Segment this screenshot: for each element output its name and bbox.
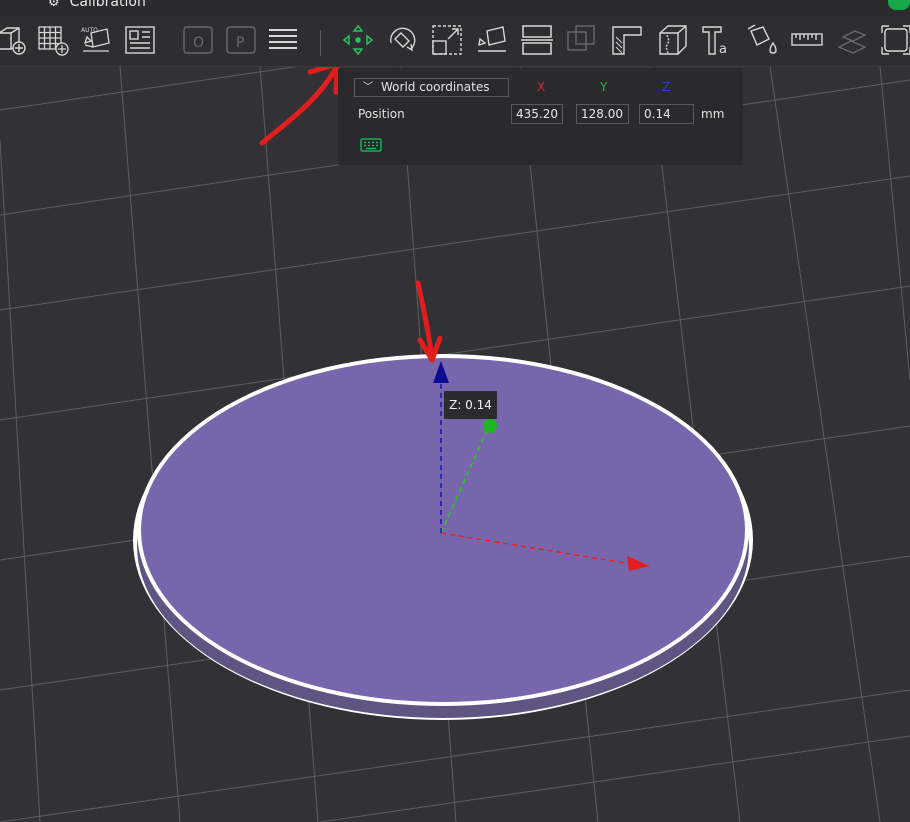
assembly-button[interactable]: [834, 22, 870, 58]
split-parts-button[interactable]: P: [223, 22, 259, 58]
lay-on-face-button[interactable]: [474, 22, 510, 58]
z-value-tooltip: Z: 0.14: [444, 391, 497, 419]
tab-calibration[interactable]: ⚙ Calibration: [48, 0, 146, 10]
axis-y-header: Y: [600, 80, 608, 94]
svg-text:a: a: [719, 42, 727, 57]
layers-icon: [269, 29, 297, 49]
color-paint-button[interactable]: [744, 22, 780, 58]
text-icon: a: [702, 26, 727, 57]
y-axis-handle-icon: [483, 419, 497, 433]
keyboard-icon: [360, 138, 382, 152]
split-objects-button[interactable]: O: [180, 22, 216, 58]
svg-text:AUTO: AUTO: [81, 27, 98, 34]
split-objects-icon: O: [183, 26, 213, 54]
assembly-icon: [837, 30, 867, 54]
toolbar: AUTO O P a: [0, 16, 910, 67]
add-cube-icon: [0, 27, 26, 55]
auto-orient-icon: AUTO: [81, 27, 110, 52]
unit-label: mm: [701, 107, 725, 121]
axis-z-header: Z: [662, 80, 671, 94]
cut-icon: [521, 25, 553, 55]
position-y-input[interactable]: [576, 104, 629, 124]
rotate-icon: [390, 27, 416, 52]
seam-paint-button[interactable]: [654, 22, 690, 58]
viewport-scene: [0, 67, 910, 822]
add-plate-button[interactable]: [35, 22, 71, 58]
add-object-button[interactable]: [0, 22, 30, 58]
gear-icon: ⚙: [48, 0, 60, 10]
position-x-input[interactable]: [511, 104, 563, 124]
move-button[interactable]: [340, 22, 376, 58]
svg-text:O: O: [193, 35, 204, 51]
status-indicator[interactable]: [888, 0, 910, 10]
coordinate-system-value: World coordinates: [381, 80, 490, 94]
title-bar: ⚙ Calibration: [0, 0, 910, 16]
3d-viewport[interactable]: [0, 67, 910, 822]
fit-view-icon: [881, 25, 910, 55]
color-paint-icon: [747, 24, 777, 54]
move-icon: [342, 24, 374, 56]
axis-x-header: X: [537, 80, 546, 94]
support-paint-icon: [612, 26, 642, 55]
measure-button[interactable]: [789, 22, 825, 58]
text-button[interactable]: a: [699, 22, 735, 58]
arrange-button[interactable]: [122, 22, 158, 58]
add-plate-grid-icon: [38, 26, 69, 56]
svg-text:P: P: [236, 35, 244, 51]
scale-icon: [432, 25, 462, 55]
toolbar-separator: [320, 30, 321, 56]
split-parts-icon: P: [226, 26, 256, 54]
cut-button[interactable]: [519, 22, 555, 58]
rotate-button[interactable]: [384, 22, 420, 58]
boolean-button[interactable]: [564, 22, 600, 58]
lay-on-face-icon: [478, 26, 506, 52]
auto-orient-button[interactable]: AUTO: [78, 22, 114, 58]
seam-paint-icon: [659, 25, 687, 55]
support-paint-button[interactable]: [609, 22, 645, 58]
chevron-down-icon: ﹀: [363, 82, 373, 93]
keyboard-shortcuts-button[interactable]: [360, 137, 382, 152]
disk-object[interactable]: [133, 354, 753, 720]
measure-ruler-icon: [791, 33, 823, 46]
scale-button[interactable]: [429, 22, 465, 58]
tab-calibration-label: Calibration: [69, 0, 146, 10]
layers-button[interactable]: [265, 22, 301, 58]
position-label: Position: [358, 107, 405, 121]
coordinate-system-dropdown[interactable]: ﹀ World coordinates: [354, 78, 509, 97]
position-z-input[interactable]: [639, 104, 694, 124]
move-tool-panel: ﹀ World coordinates X Y Z Position mm: [338, 68, 743, 165]
fit-view-button[interactable]: [878, 22, 910, 58]
boolean-icon: [567, 25, 595, 51]
arrange-icon: [125, 26, 155, 54]
